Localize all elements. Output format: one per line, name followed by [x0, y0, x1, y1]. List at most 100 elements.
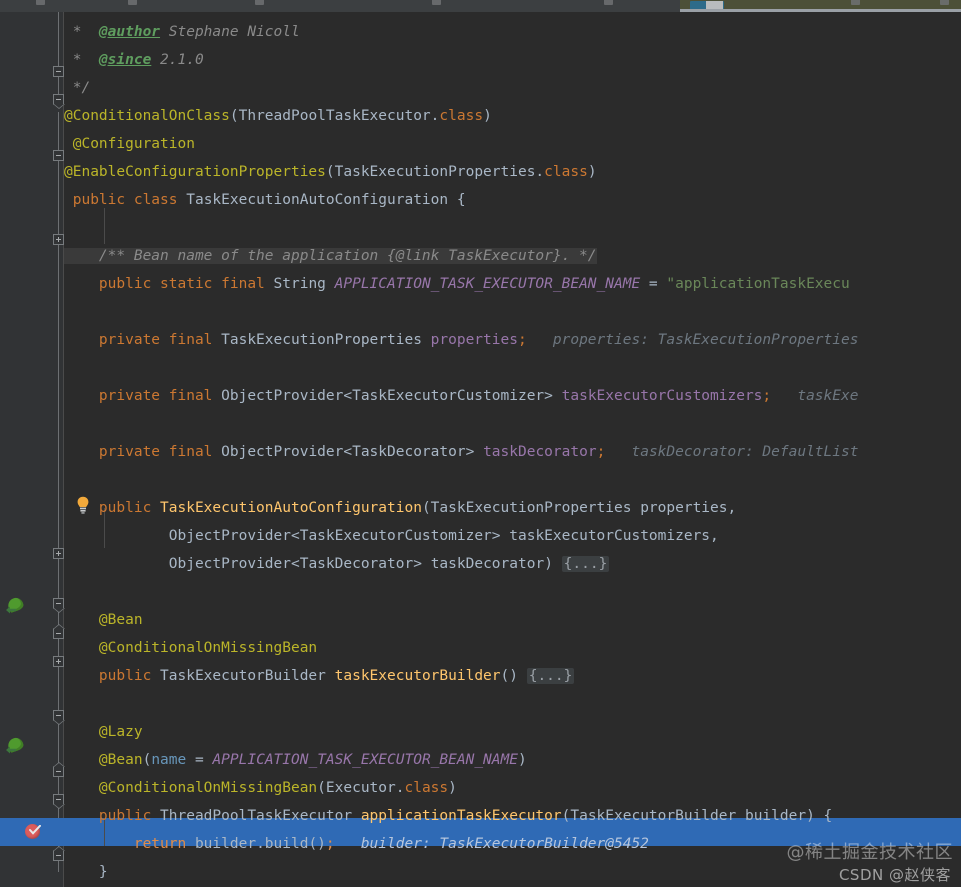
- code-line[interactable]: return builder.build(); builder: TaskExe…: [64, 830, 649, 858]
- editor-gutter[interactable]: [0, 12, 64, 887]
- fold-marker-region-start[interactable]: [53, 710, 65, 725]
- fold-marker-region-start[interactable]: [53, 794, 65, 809]
- breakpoint-verified-icon[interactable]: [25, 824, 41, 839]
- code-token: .build(): [256, 836, 326, 852]
- code-line[interactable]: private final TaskExecutionProperties pr…: [64, 326, 859, 354]
- code-token: >: [544, 388, 562, 404]
- fold-marker-region-start[interactable]: [53, 598, 65, 613]
- code-token: TaskExecutorCustomizer: [299, 528, 492, 544]
- code-token: builder: TaskExecutorBuilder@5452: [334, 836, 649, 852]
- code-token: @author: [98, 24, 161, 40]
- spring-bean-icon[interactable]: [6, 596, 25, 615]
- code-token: */: [64, 80, 91, 96]
- run-icon[interactable]: [36, 0, 45, 5]
- code-token: =: [186, 752, 213, 768]
- code-line[interactable]: * @since 2.1.0: [64, 46, 204, 74]
- code-token: taskExecutorCustomizers: [561, 388, 763, 404]
- fold-marker-region-end[interactable]: [53, 846, 65, 861]
- fold-marker-minus[interactable]: [53, 66, 64, 77]
- code-line[interactable]: * @author Stephane Nicoll: [64, 18, 300, 46]
- spring-bean-icon[interactable]: [6, 736, 25, 755]
- code-line[interactable]: ObjectProvider<TaskDecorator> taskDecora…: [64, 550, 610, 578]
- fold-rail: [58, 112, 59, 872]
- code-token: @Configuration: [72, 136, 195, 152]
- code-line[interactable]: /** Bean name of the application {@link …: [64, 242, 597, 270]
- code-line[interactable]: private final ObjectProvider<TaskExecuto…: [64, 382, 859, 410]
- step-over-icon[interactable]: [432, 0, 441, 5]
- fold-marker-plus[interactable]: [53, 234, 64, 245]
- idea-editor-window: * @author Stephane Nicoll * @since 2.1.0…: [0, 0, 961, 887]
- code-line[interactable]: @Bean(name = APPLICATION_TASK_EXECUTOR_B…: [64, 746, 527, 774]
- folded-block-placeholder[interactable]: {...}: [561, 556, 610, 572]
- code-token: name: [151, 752, 187, 768]
- stop-icon[interactable]: [255, 0, 264, 5]
- fold-marker-region-end[interactable]: [53, 762, 65, 777]
- debug-icon[interactable]: [128, 0, 137, 5]
- code-line[interactable]: }: [64, 858, 108, 886]
- code-line[interactable]: @Bean: [64, 606, 143, 634]
- code-line[interactable]: public static final String APPLICATION_T…: [64, 270, 850, 298]
- code-token: TaskExecutionProperties: [430, 500, 641, 516]
- code-token: ThreadPoolTaskExecutor: [160, 808, 361, 824]
- bean-arrow-icon: [6, 746, 16, 754]
- fold-marker-plus[interactable]: [53, 656, 64, 667]
- javadoc-comment: /** Bean name of the application {@link …: [64, 248, 597, 264]
- fold-marker-region-end[interactable]: [53, 624, 65, 639]
- code-token: <: [343, 444, 353, 460]
- code-token: TaskExecutorBuilder: [160, 668, 335, 684]
- breakpoint-check-icon: [29, 825, 41, 835]
- code-line[interactable]: public TaskExecutorBuilder taskExecutorB…: [64, 662, 575, 690]
- code-token: @ConditionalOnMissingBean: [98, 640, 318, 656]
- code-token: ,: [710, 528, 719, 544]
- code-line[interactable]: @Lazy: [64, 718, 143, 746]
- code-token: properties: [640, 500, 728, 516]
- code-token: class: [404, 780, 449, 796]
- code-token: >: [465, 444, 484, 460]
- more-icon[interactable]: [940, 0, 949, 5]
- code-token: class: [544, 164, 588, 180]
- fold-marker-minus[interactable]: [53, 150, 64, 161]
- code-token: ObjectProvider: [168, 528, 291, 544]
- code-text-area[interactable]: * @author Stephane Nicoll * @since 2.1.0…: [64, 12, 961, 887]
- code-token: taskDecorator: [483, 444, 597, 460]
- code-line[interactable]: public TaskExecutionAutoConfiguration(Ta…: [64, 494, 736, 522]
- code-line[interactable]: public class TaskExecutionAutoConfigurat…: [64, 186, 466, 214]
- code-token: Stephane Nicoll: [160, 24, 300, 40]
- code-token: ObjectProvider: [168, 556, 291, 572]
- code-line[interactable]: ObjectProvider<TaskExecutorCustomizer> t…: [64, 522, 719, 550]
- code-line[interactable]: @ConditionalOnMissingBean: [64, 634, 317, 662]
- folded-block-placeholder[interactable]: {...}: [526, 668, 575, 684]
- code-token: private final: [98, 444, 222, 460]
- code-token: public: [98, 500, 161, 516]
- fold-marker-plus[interactable]: [53, 548, 64, 559]
- fold-marker-region-start[interactable]: [53, 94, 65, 109]
- code-line[interactable]: @Configuration: [64, 130, 195, 158]
- code-line[interactable]: private final ObjectProvider<TaskDecorat…: [64, 438, 859, 466]
- code-token: private final: [98, 332, 222, 348]
- step-into-icon[interactable]: [604, 0, 613, 5]
- code-token: @Bean: [98, 612, 143, 628]
- code-token: =: [640, 276, 667, 292]
- code-line[interactable]: @EnableConfigurationProperties(TaskExecu…: [64, 158, 597, 186]
- code-line[interactable]: @ConditionalOnClass(ThreadPoolTaskExecut…: [64, 102, 492, 130]
- code-editor[interactable]: * @author Stephane Nicoll * @since 2.1.0…: [0, 12, 961, 887]
- code-line[interactable]: */: [64, 74, 90, 102]
- code-token: private final: [98, 388, 222, 404]
- code-token: >: [491, 528, 510, 544]
- code-line[interactable]: public ThreadPoolTaskExecutor applicatio…: [64, 802, 832, 830]
- code-token: *: [64, 52, 99, 68]
- settings-icon[interactable]: [851, 0, 860, 5]
- code-token: (: [229, 108, 239, 124]
- code-token: "applicationTaskExecu: [666, 276, 850, 292]
- code-line[interactable]: @ConditionalOnMissingBean(Executor.class…: [64, 774, 457, 802]
